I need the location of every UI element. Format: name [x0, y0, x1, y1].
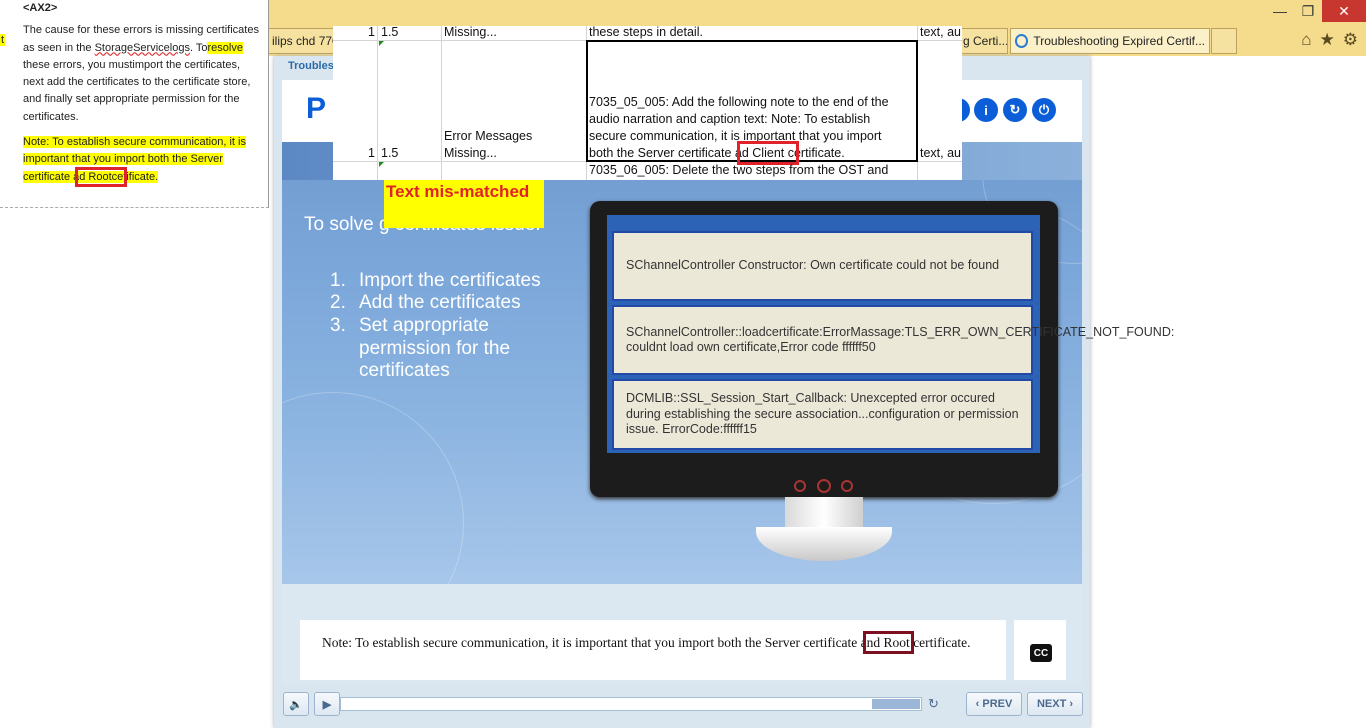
course-title: Troubles: [288, 60, 334, 72]
doc-highlight: tificate.: [123, 170, 159, 183]
mismatch-highlight: d Rootce: [75, 166, 128, 187]
tab-label: Troubleshooting Expired Certif...: [1033, 34, 1205, 48]
cell-description[interactable]: 7035_06_005: Delete the two steps from t…: [589, 163, 888, 177]
step-item: 1. Import the certificates: [330, 270, 559, 293]
doc-highlight: resolve: [207, 41, 243, 54]
monitor-power-icon: [817, 479, 831, 493]
error-message-text: SChannelController::loadcertificate:Erro…: [626, 324, 1175, 355]
doc-paragraph: The cause for these errors is missing ce…: [23, 22, 259, 126]
cell-row-number[interactable]: 1: [368, 146, 375, 160]
favorites-icon[interactable]: ★: [1320, 30, 1335, 50]
info-button[interactable]: i: [974, 98, 998, 122]
tab-label: ilips chd 770: [272, 34, 336, 48]
restore-button[interactable]: ❐: [1294, 0, 1322, 22]
caption-text: Note: To establish secure communication,…: [322, 631, 982, 654]
doc-heading: <AX2>: [23, 2, 58, 14]
cell-text-part: ertificate.: [793, 146, 845, 160]
step-text: Set appropriate permission for the certi…: [359, 315, 511, 381]
monitor-stand: [785, 497, 863, 531]
cell-type[interactable]: text, au: [920, 146, 961, 160]
comment-marker-icon: [379, 41, 384, 46]
ie-icon: [1015, 34, 1029, 48]
grid-line: [377, 26, 378, 180]
next-button[interactable]: NEXT ›: [1027, 692, 1083, 716]
cell-status[interactable]: Missing...: [444, 25, 497, 39]
progress-bar[interactable]: [340, 697, 922, 711]
prev-label: ‹ PREV: [975, 698, 1013, 710]
new-tab-button[interactable]: [1211, 28, 1237, 54]
doc-text-part: . To: [189, 41, 208, 54]
prev-button[interactable]: ‹ PREV: [966, 692, 1022, 716]
error-message-box: SChannelController::loadcertificate:Erro…: [612, 305, 1174, 375]
caption-text-part: Note: To establish secure communication,…: [322, 635, 867, 650]
error-message-text: DCMLIB::SSL_Session_Start_Callback: Unex…: [626, 391, 1019, 437]
step-number: 3.: [330, 315, 346, 336]
cell-description-line: secure communication, it is important th…: [589, 129, 882, 143]
browser-toolbar-icons: ⌂ ★ ⚙: [1301, 30, 1358, 50]
step-text: Add the certificates: [359, 292, 521, 313]
cell-version[interactable]: 1.5: [381, 25, 398, 39]
cell-description-line: both the Server certificate ad Client ce…: [589, 141, 845, 165]
cell-description[interactable]: these steps in detail.: [589, 25, 703, 39]
monitor-button-icon: [841, 480, 853, 492]
cell-version[interactable]: 1.5: [381, 146, 398, 160]
tab-label: g Certi...: [963, 34, 1008, 48]
doc-text-part: StorageServicelogs: [94, 41, 190, 54]
step-number: 2.: [330, 292, 346, 313]
volume-icon: 🔈: [289, 698, 303, 711]
background-decoration: [282, 392, 464, 584]
cell-description-line: audio narration and caption text: Note: …: [589, 112, 871, 126]
step-number: 1.: [330, 270, 346, 291]
browser-tab[interactable]: g Certi...: [958, 28, 1008, 54]
restart-button[interactable]: ↻: [1003, 98, 1027, 122]
cell-row-number[interactable]: 1: [368, 25, 375, 39]
cell-status[interactable]: Error Messages: [444, 129, 532, 143]
mismatch-highlight: d Client c: [736, 141, 799, 165]
error-message-box: SChannelController Constructor: Own cert…: [612, 231, 1033, 301]
close-button[interactable]: ✕: [1322, 0, 1366, 22]
error-message-text: SChannelController Constructor: Own cert…: [626, 258, 1000, 273]
cell-type[interactable]: text, au: [920, 25, 961, 39]
gear-icon[interactable]: ⚙: [1343, 30, 1358, 50]
closed-caption-button[interactable]: CC: [1030, 644, 1052, 662]
annotation-label: Text mis-matched: [384, 180, 544, 228]
window-controls: — ❐ ✕: [1266, 0, 1366, 22]
exit-button[interactable]: ⏻: [1032, 98, 1056, 122]
step-item: 2. Add the certificates: [330, 292, 559, 315]
replay-icon[interactable]: ↻: [928, 696, 939, 712]
minimize-button[interactable]: —: [1266, 0, 1294, 22]
comment-marker-icon: [379, 162, 384, 167]
grid-line: [441, 26, 442, 180]
play-button[interactable]: ▶: [314, 692, 340, 716]
caption-text-part: certificate.: [909, 635, 971, 650]
doc-text-part: these errors, you mustimport the certifi…: [23, 58, 251, 123]
doc-note: Note: To establish secure communication,…: [23, 134, 259, 187]
caption-highlight: nd Root: [862, 631, 914, 654]
cell-description-line: 7035_05_005: Add the following note to t…: [589, 95, 889, 109]
error-message-box: DCMLIB::SSL_Session_Start_Callback: Unex…: [612, 379, 1033, 450]
play-icon: ▶: [322, 698, 332, 711]
home-icon[interactable]: ⌂: [1301, 30, 1311, 50]
progress-bar-fill: [872, 699, 920, 709]
cell-status[interactable]: Missing...: [444, 146, 497, 160]
browser-tab[interactable]: ilips chd 770: [268, 28, 336, 54]
brand-logo: P: [306, 92, 327, 125]
step-item: 3. Set appropriate permission for the ce…: [330, 315, 559, 383]
next-label: NEXT ›: [1036, 698, 1074, 710]
cell-text-part: both the Server certificate a: [589, 146, 742, 160]
margin-mark: t: [0, 34, 6, 46]
document-text: <AX2> The cause for these errors is miss…: [23, 0, 259, 187]
volume-button[interactable]: 🔈: [283, 692, 309, 716]
browser-tab-active[interactable]: Troubleshooting Expired Certif...: [1010, 28, 1210, 54]
step-text: Import the certificates: [359, 270, 541, 291]
monitor-button-icon: [794, 480, 806, 492]
